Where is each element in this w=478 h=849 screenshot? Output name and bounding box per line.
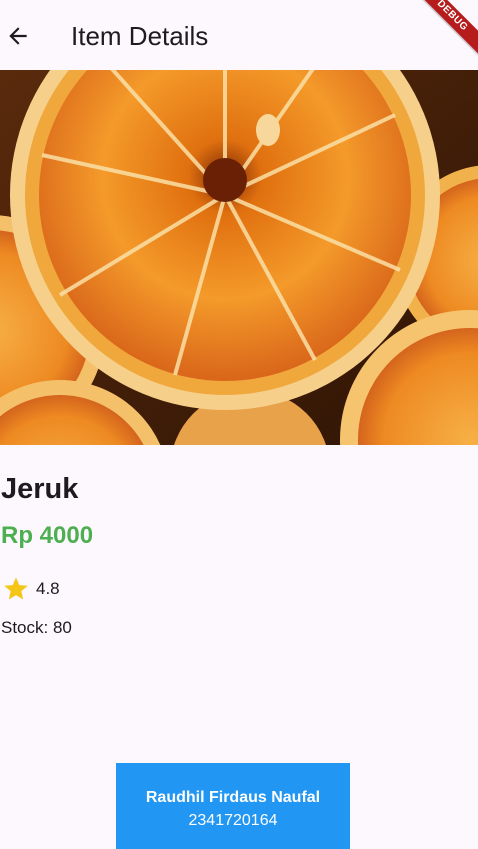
rating-value: 4.8 <box>36 579 60 598</box>
item-image <box>0 70 478 445</box>
item-price: Rp 4000 <box>1 522 94 549</box>
stock-label: Stock: <box>1 618 53 637</box>
author-card: Raudhil Firdaus Naufal 2341720164 <box>116 763 350 849</box>
page-title: Item Details <box>71 21 209 51</box>
star-icon <box>2 575 30 603</box>
author-nim: 2341720164 <box>188 812 278 829</box>
stock-text: Stock: 80 <box>1 618 72 638</box>
back-button[interactable] <box>2 16 34 56</box>
arrow-left-icon <box>9 27 27 45</box>
rating-row: 4.8 <box>2 575 60 603</box>
stock-value: 80 <box>52 618 72 637</box>
item-name: Jeruk <box>1 473 79 505</box>
author-name: Raudhil Firdaus Naufal <box>145 789 321 806</box>
app-bar: Item Details <box>0 0 478 70</box>
